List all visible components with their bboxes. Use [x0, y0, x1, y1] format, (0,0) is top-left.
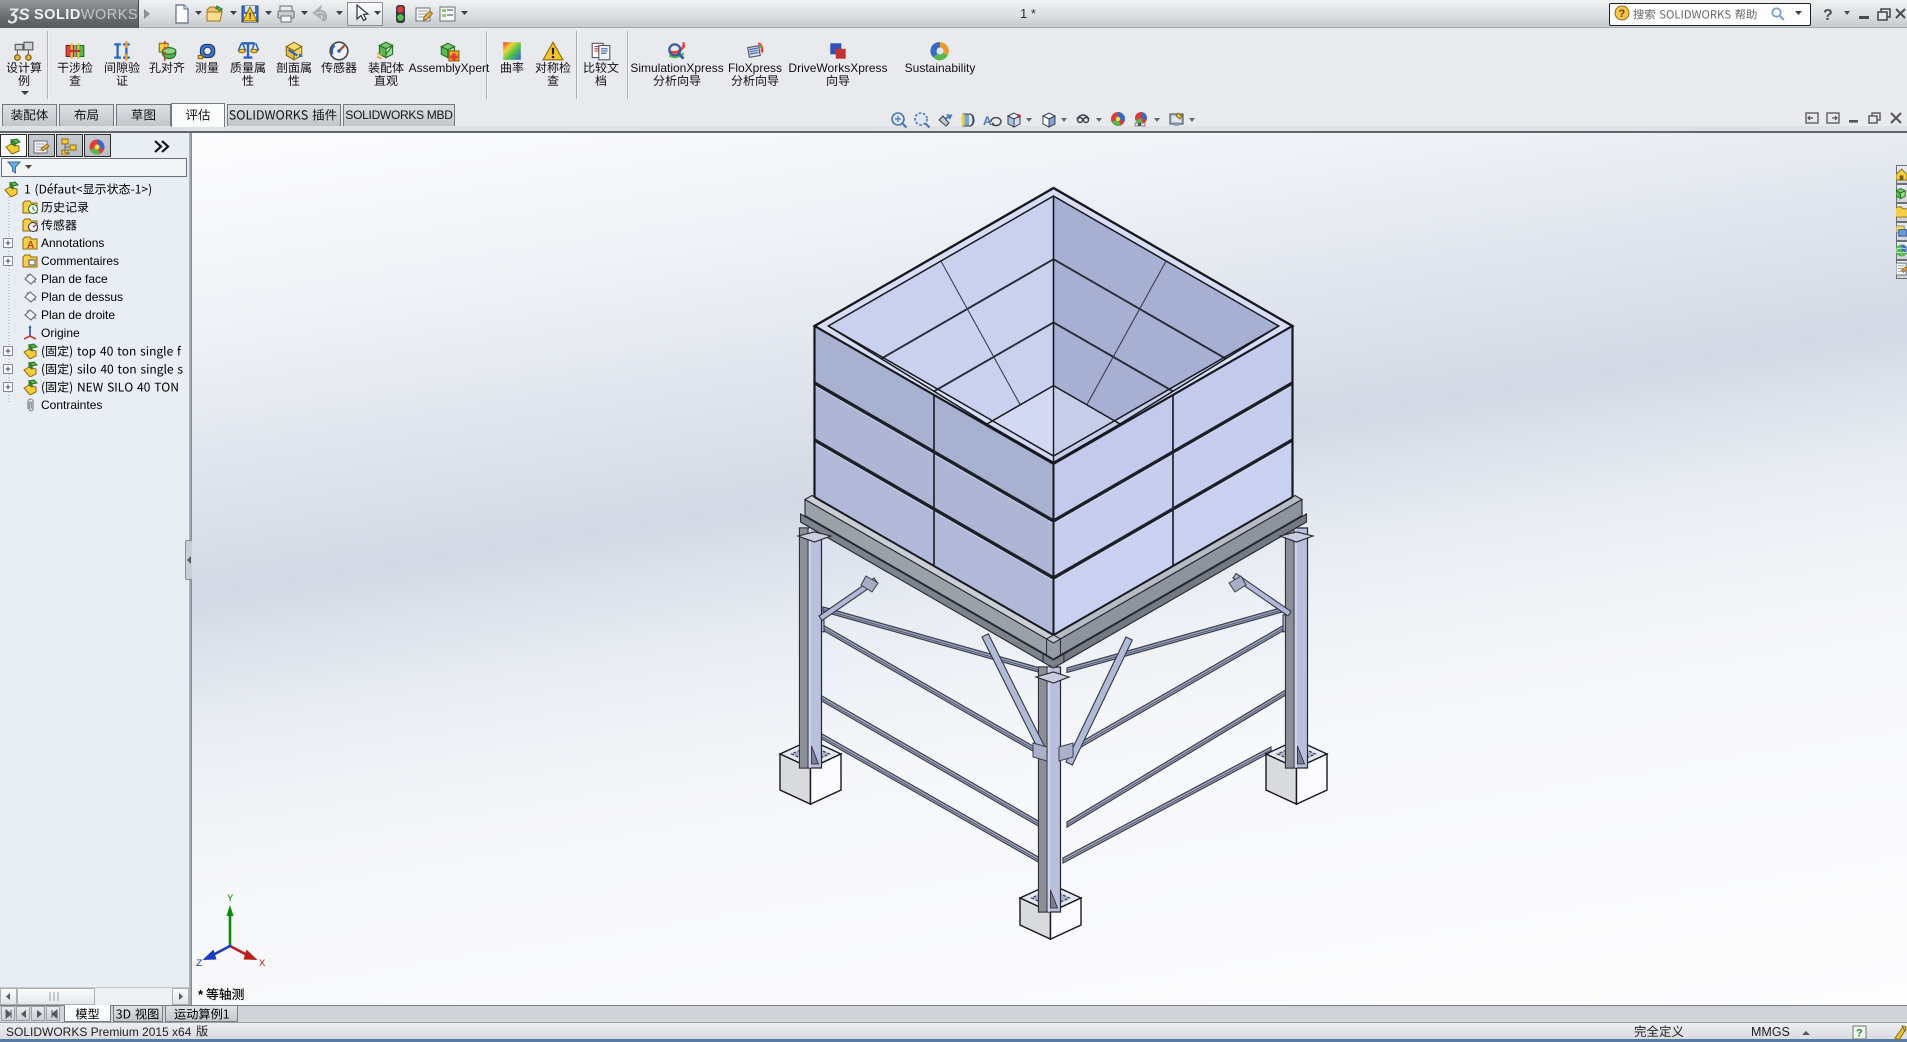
svg-text:?: ?	[1619, 8, 1626, 20]
svg-text:!: !	[249, 11, 252, 21]
svg-text:*: *	[198, 987, 204, 1002]
svg-text:SOLIDWORKS: SOLIDWORKS	[34, 7, 138, 23]
svg-text:?: ?	[1856, 1028, 1863, 1040]
svg-text:A: A	[27, 240, 34, 251]
svg-text:X: X	[259, 958, 266, 970]
svg-text:ƷS: ƷS	[8, 5, 30, 24]
svg-text:?: ?	[1823, 7, 1833, 23]
svg-text:Z: Z	[196, 958, 202, 970]
svg-text:Y: Y	[227, 893, 234, 905]
